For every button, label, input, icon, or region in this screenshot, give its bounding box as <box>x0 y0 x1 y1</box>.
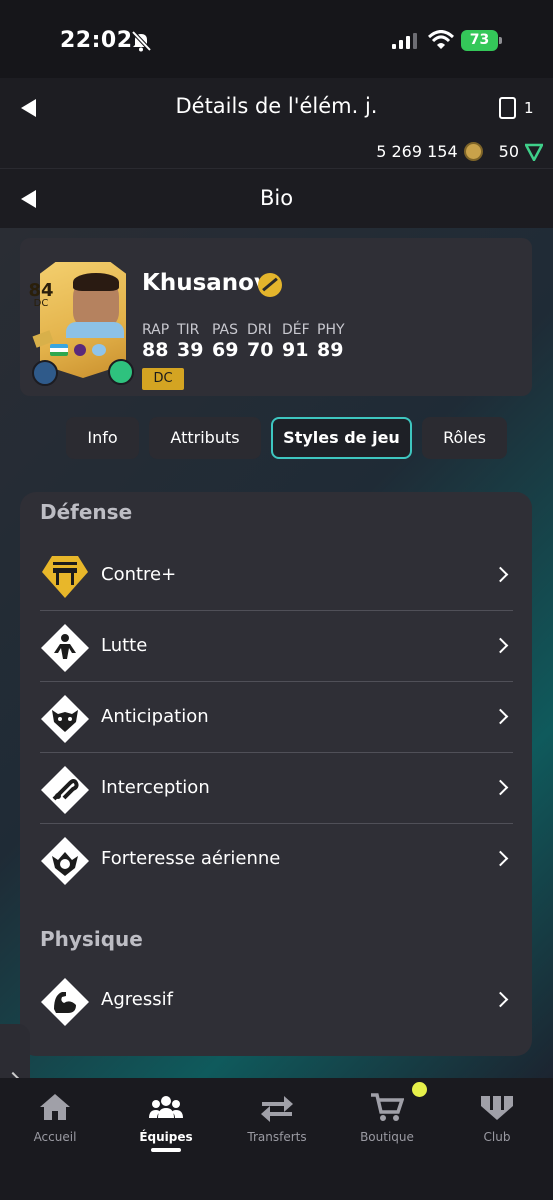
playstyle-row[interactable]: Agressif <box>40 965 513 1036</box>
page-title: Détails de l'élém. j. <box>175 94 378 118</box>
coins-value: 5 269 154 <box>376 142 458 161</box>
club-icon <box>481 1096 513 1120</box>
position-chip: DC <box>142 368 184 390</box>
nav-transfers[interactable]: Transferts <box>227 1092 327 1144</box>
active-tab-indicator <box>151 1148 181 1152</box>
chevron-right-icon <box>492 991 509 1008</box>
nav-label: Équipes <box>139 1130 193 1144</box>
nav-home[interactable]: Accueil <box>5 1092 105 1144</box>
intercept-icon <box>41 766 89 814</box>
section-title-physical: Physique <box>40 927 143 951</box>
section-header-title: Bio <box>259 186 294 210</box>
nav-label: Boutique <box>360 1130 414 1144</box>
anticipate-icon <box>41 695 89 743</box>
playstyle-row[interactable]: Interception <box>40 753 513 824</box>
playstyle-row[interactable]: Anticipation <box>40 682 513 753</box>
team-icon <box>149 1096 183 1118</box>
stat-value: 88 <box>142 339 169 361</box>
stat-label: DÉF <box>282 322 310 338</box>
top-header: Détails de l'élém. j. 1 5 269 154 50 <box>0 78 553 168</box>
playstyle-label: Forteresse aérienne <box>101 848 281 869</box>
stat-label: TIR <box>177 322 200 338</box>
playstyle-label: Interception <box>101 777 210 798</box>
player-name: Khusanov <box>142 270 269 296</box>
player-stats: RAP 88 TIR 39 PAS 69 DRI 70 DÉF 91 PHY 89 <box>142 322 352 361</box>
battery-icon: 73 <box>461 30 503 51</box>
sub-header: Bio <box>0 168 553 228</box>
chevron-right-icon <box>492 708 509 725</box>
playstyle-label: Lutte <box>101 635 148 656</box>
stat-label: DRI <box>247 322 272 338</box>
bell-off-icon <box>131 30 152 52</box>
nation-flag-icon <box>50 344 68 356</box>
chevron-right-icon <box>492 566 509 583</box>
playstyle-label: Contre+ <box>101 564 177 585</box>
stat-3: DRI 70 <box>247 322 277 361</box>
nav-label: Club <box>483 1130 511 1144</box>
aggressive-icon <box>41 978 89 1026</box>
points-value: 50 <box>498 142 519 161</box>
stat-value: 69 <box>212 339 239 361</box>
transfer-icon <box>261 1096 293 1122</box>
fc-points-icon <box>525 143 543 161</box>
card-count: 1 <box>524 99 534 117</box>
stat-0: RAP 88 <box>142 322 172 361</box>
tab-roles[interactable]: Rôles <box>422 417 507 459</box>
stat-label: PHY <box>317 322 345 338</box>
player-hair <box>73 273 119 291</box>
dna-icon <box>108 359 134 385</box>
stat-value: 39 <box>177 339 204 361</box>
notification-dot <box>412 1082 427 1097</box>
stat-1: TIR 39 <box>177 322 207 361</box>
tab-info[interactable]: Info <box>66 417 139 459</box>
coin-icon <box>463 142 483 161</box>
player-shirt <box>66 322 124 338</box>
section-title-defense: Défense <box>40 500 133 524</box>
aerial-fortress-icon <box>41 837 89 885</box>
playstyle-label: Anticipation <box>101 706 209 727</box>
cart-icon <box>371 1093 405 1121</box>
stat-label: PAS <box>212 322 239 338</box>
battery-level: 73 <box>461 30 498 51</box>
stat-value: 89 <box>317 339 344 361</box>
playstyle-label: Agressif <box>101 989 173 1010</box>
stat-5: PHY 89 <box>317 322 347 361</box>
card-icon <box>499 97 516 119</box>
wifi-icon <box>428 30 454 49</box>
chevron-right-icon <box>492 850 509 867</box>
stat-label: RAP <box>142 322 170 338</box>
status-bar: 22:02 73 <box>0 0 553 78</box>
jockey-icon <box>41 624 89 672</box>
card-badges <box>50 344 120 358</box>
home-icon <box>40 1094 70 1120</box>
league-icon <box>74 344 86 356</box>
stat-4: DÉF 91 <box>282 322 312 361</box>
block-plus-icon <box>42 556 88 598</box>
club-crest-icon <box>92 344 106 356</box>
nav-label: Accueil <box>33 1130 77 1144</box>
tab-playstyles[interactable]: Styles de jeu <box>271 417 412 459</box>
chevron-right-icon <box>492 637 509 654</box>
playstyle-row[interactable]: Forteresse aérienne <box>40 824 513 895</box>
card-position: DC <box>33 298 49 309</box>
nav-store[interactable]: Boutique <box>337 1092 437 1144</box>
signal-icon <box>392 33 417 49</box>
detail-tabs: Info Attributs Styles de jeu Rôles <box>66 417 507 459</box>
chevron-right-icon <box>492 779 509 796</box>
status-time: 22:02 <box>60 28 133 53</box>
tab-attributes[interactable]: Attributs <box>149 417 261 459</box>
currency-row: 5 269 154 50 <box>376 142 543 161</box>
chemistry-style-icon <box>32 360 58 386</box>
bottom-navigation: Accueil Équipes Transferts Boutique Club <box>0 1078 553 1200</box>
nav-club[interactable]: Club <box>447 1092 547 1144</box>
stat-2: PAS 69 <box>212 322 242 361</box>
playstyle-row[interactable]: Contre+ <box>40 540 513 611</box>
nav-teams[interactable]: Équipes <box>116 1092 216 1144</box>
stat-value: 91 <box>282 339 309 361</box>
stat-value: 70 <box>247 339 274 361</box>
playstyle-row[interactable]: Lutte <box>40 611 513 682</box>
evolution-badge-icon <box>258 273 282 297</box>
nav-label: Transferts <box>247 1130 307 1144</box>
